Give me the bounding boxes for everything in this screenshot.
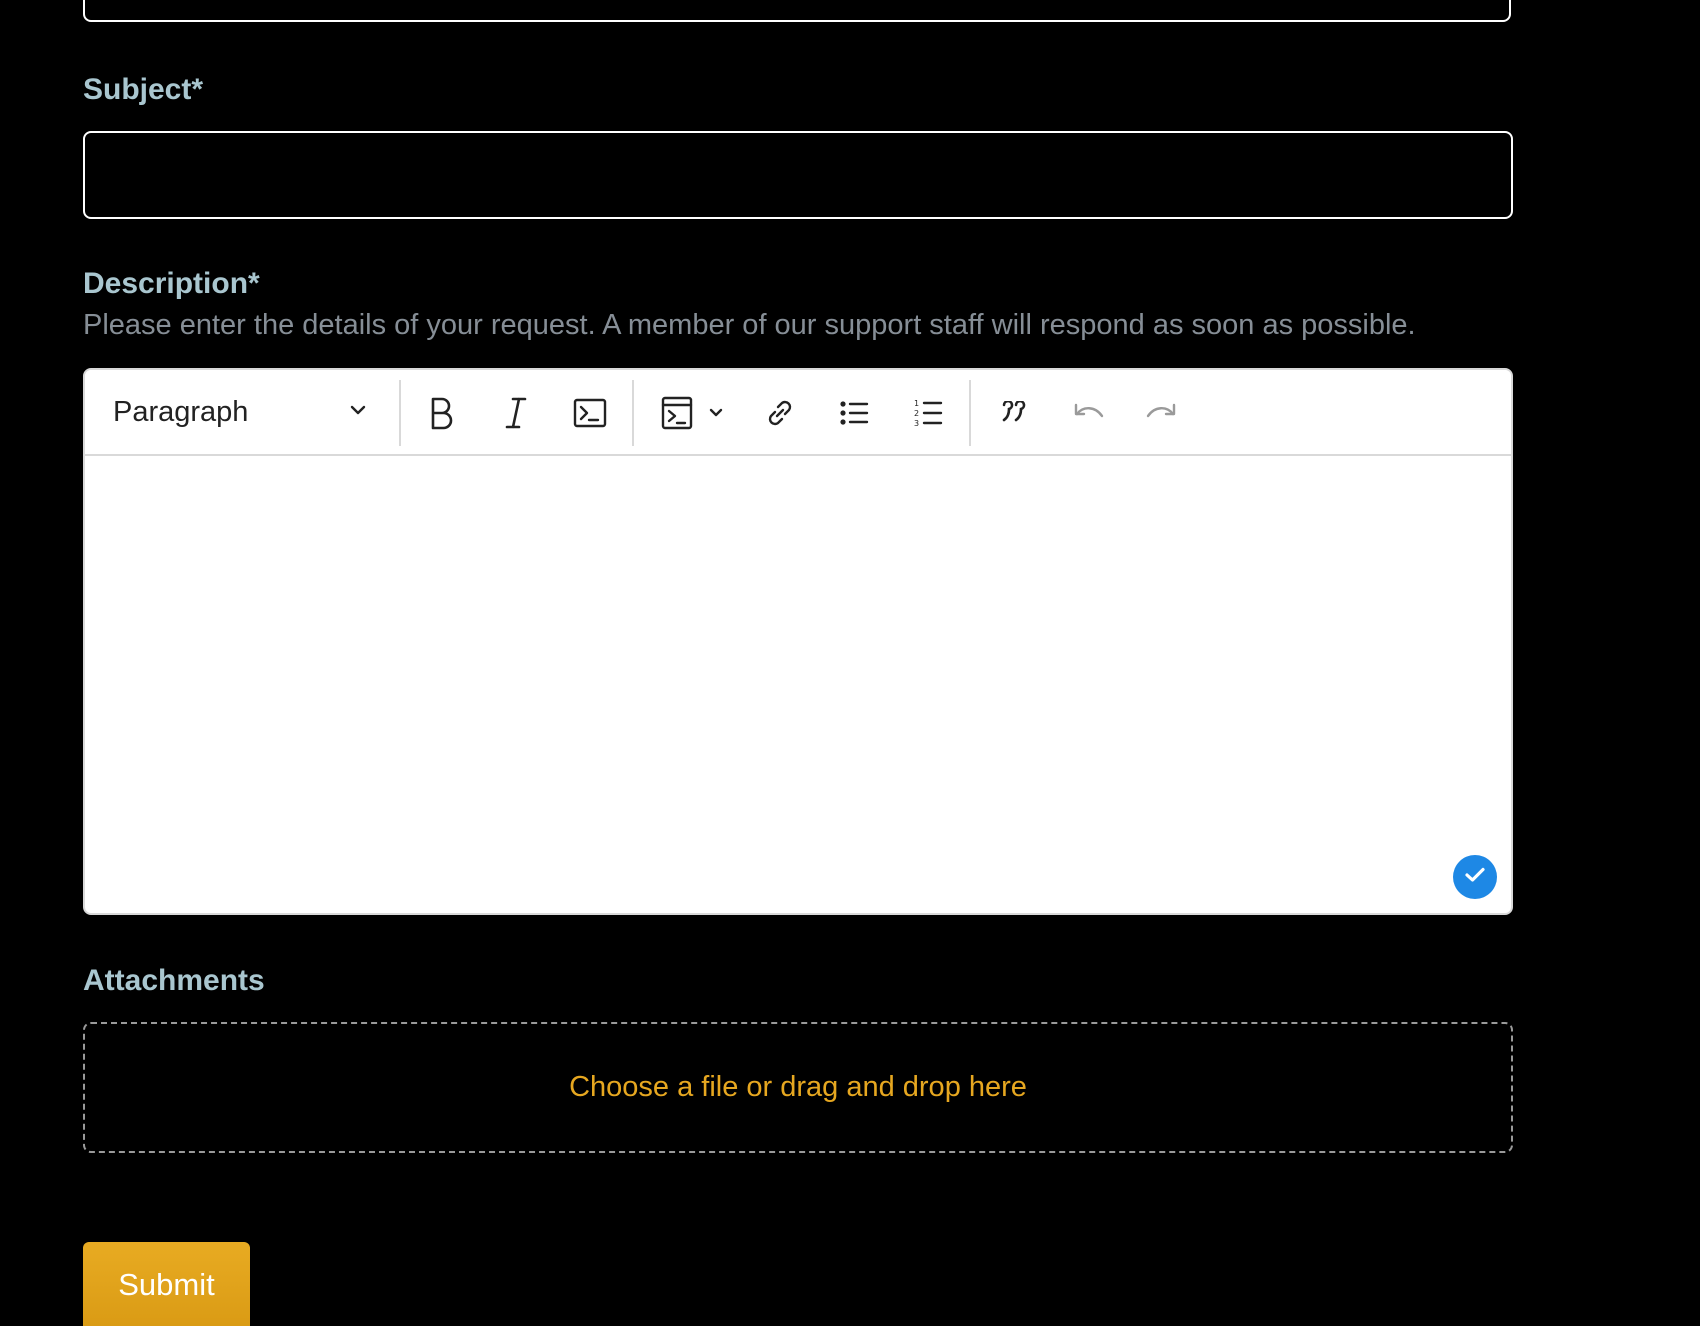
numbered-list-icon: 123: [913, 398, 943, 428]
bulleted-list-icon: [839, 399, 869, 427]
chevron-down-icon: [708, 407, 724, 419]
description-editor: Paragraph 1 2 3: [83, 368, 1513, 915]
undo-icon: [1071, 400, 1105, 426]
toolbar-separator: [969, 380, 971, 446]
italic-button[interactable]: [486, 383, 546, 443]
code-block-dropdown-button[interactable]: [701, 383, 731, 443]
description-label: Description*: [83, 267, 260, 300]
svg-text:3: 3: [914, 419, 919, 428]
redo-icon: [1145, 400, 1179, 426]
previous-field-input[interactable]: [83, 0, 1511, 22]
attachments-label: Attachments: [83, 964, 265, 997]
code-block-icon: [661, 396, 693, 430]
undo-button[interactable]: [1058, 383, 1118, 443]
toolbar-separator: [632, 380, 634, 446]
link-icon: [763, 396, 797, 430]
svg-text:2: 2: [914, 409, 919, 418]
toolbar-separator: [399, 380, 401, 446]
bulleted-list-button[interactable]: [824, 383, 884, 443]
dropzone-text: Choose a file or drag and drop here: [569, 1071, 1027, 1103]
heading-dropdown[interactable]: Paragraph: [95, 378, 385, 446]
subject-input[interactable]: [83, 131, 1513, 219]
bold-icon: [428, 396, 454, 430]
check-icon: [1464, 866, 1486, 889]
subject-label: Subject*: [83, 73, 204, 106]
numbered-list-button[interactable]: 123: [898, 383, 958, 443]
attachments-dropzone[interactable]: Choose a file or drag and drop here: [83, 1022, 1513, 1153]
chevron-down-icon: [349, 403, 367, 421]
link-button[interactable]: [750, 383, 810, 443]
request-form-page: Subject* Description* Please enter the d…: [0, 0, 1700, 1326]
redo-button[interactable]: [1132, 383, 1192, 443]
code-button[interactable]: [560, 383, 620, 443]
code-icon: [573, 398, 607, 428]
svg-text:1: 1: [914, 399, 919, 408]
submit-button[interactable]: Submit: [83, 1242, 250, 1326]
blockquote-icon: [1000, 401, 1028, 425]
bold-button[interactable]: [411, 383, 471, 443]
heading-dropdown-value: Paragraph: [113, 395, 249, 428]
code-block-button[interactable]: [647, 383, 707, 443]
italic-icon: [504, 396, 528, 430]
blockquote-button[interactable]: [984, 383, 1044, 443]
editor-status-badge: [1453, 855, 1497, 899]
editor-content-area[interactable]: [85, 456, 1511, 913]
editor-toolbar: Paragraph 1 2 3: [85, 370, 1511, 456]
description-hint: Please enter the details of your request…: [83, 309, 1416, 341]
